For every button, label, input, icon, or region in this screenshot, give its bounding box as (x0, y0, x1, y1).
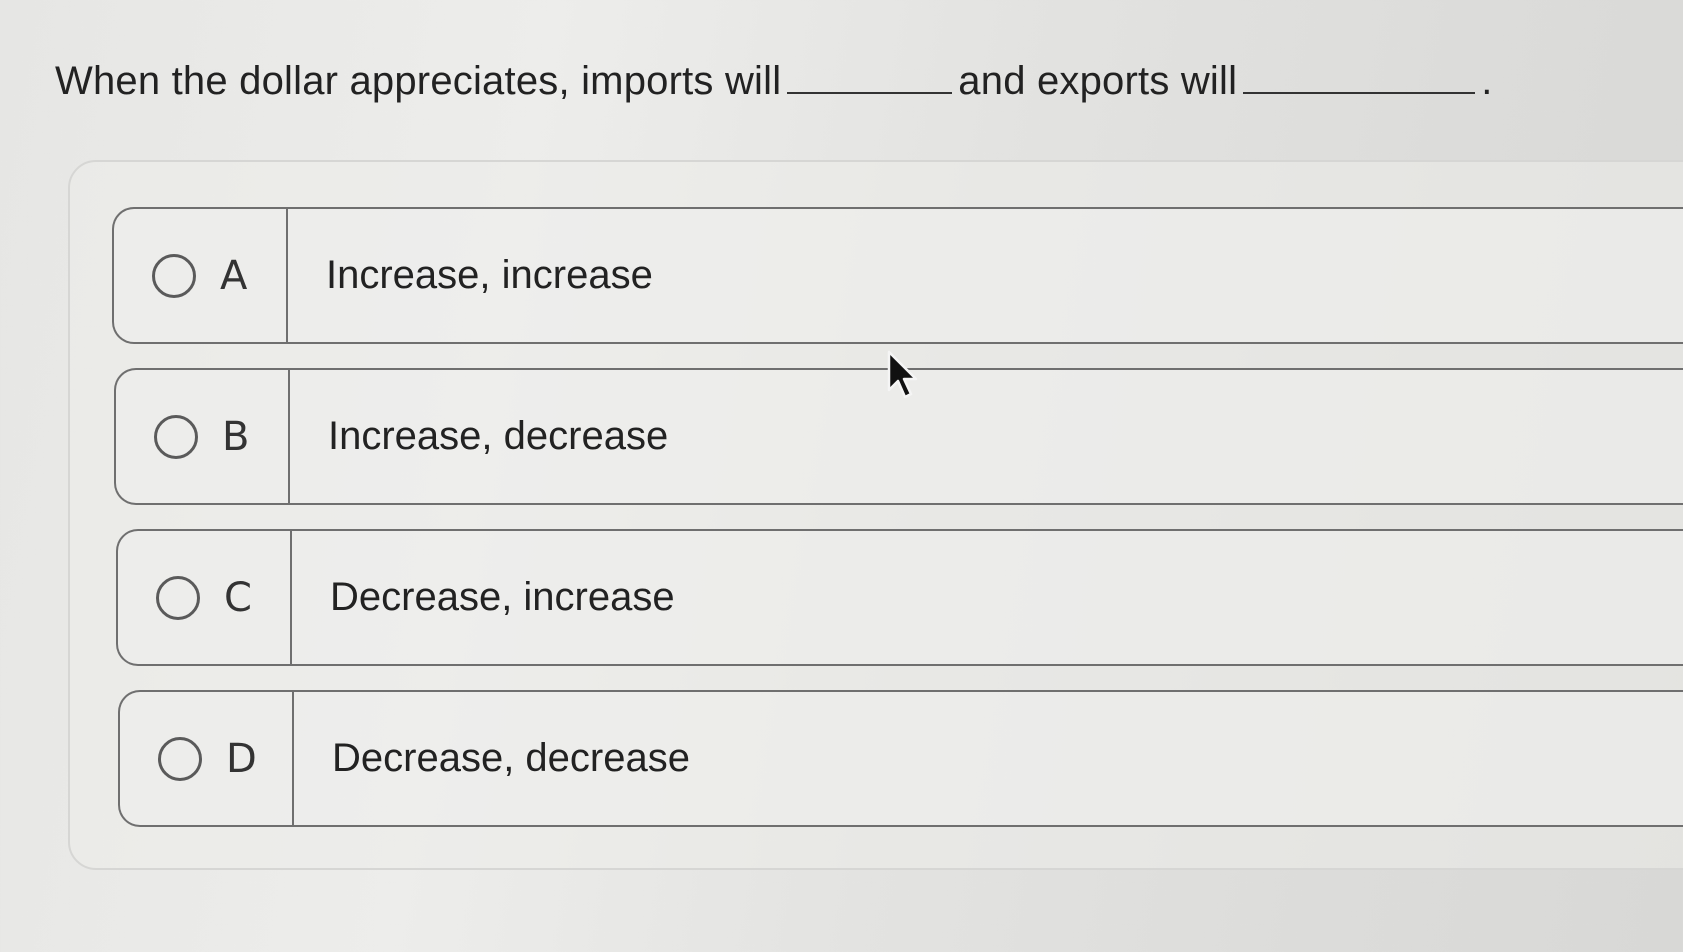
choice-b-letter: B (222, 413, 250, 460)
question-text: When the dollar appreciates, imports wil… (55, 56, 1493, 106)
question-part-1: When the dollar appreciates, imports wil… (55, 59, 782, 103)
choice-a-text: Increase, increase (326, 253, 653, 297)
choice-a[interactable]: A Increase, increase (112, 207, 1683, 344)
question-part-2: and exports will (958, 59, 1238, 103)
choice-a-letter: A (220, 252, 248, 299)
choice-b-selector[interactable]: B (116, 370, 290, 503)
choice-c-selector[interactable]: C (118, 531, 292, 664)
choice-d-letter: D (226, 735, 257, 782)
answer-choices: A Increase, increase B Increase, decreas… (112, 207, 1683, 851)
choice-d[interactable]: D Decrease, decrease (118, 690, 1683, 827)
choice-c-letter: C (224, 574, 252, 621)
choice-d-selector[interactable]: D (120, 692, 294, 825)
choice-c[interactable]: C Decrease, increase (116, 529, 1683, 666)
question-part-3: . (1481, 59, 1493, 103)
mouse-pointer-icon (887, 350, 918, 399)
radio-icon[interactable] (156, 575, 200, 620)
blank-exports (1243, 64, 1476, 94)
choice-b-text: Increase, decrease (328, 414, 669, 458)
choice-a-selector[interactable]: A (114, 209, 288, 342)
blank-imports (787, 64, 953, 94)
radio-icon[interactable] (152, 253, 196, 298)
radio-icon[interactable] (154, 414, 198, 459)
choice-d-text: Decrease, decrease (332, 736, 690, 780)
choice-c-text: Decrease, increase (330, 575, 675, 619)
radio-icon[interactable] (158, 736, 202, 781)
